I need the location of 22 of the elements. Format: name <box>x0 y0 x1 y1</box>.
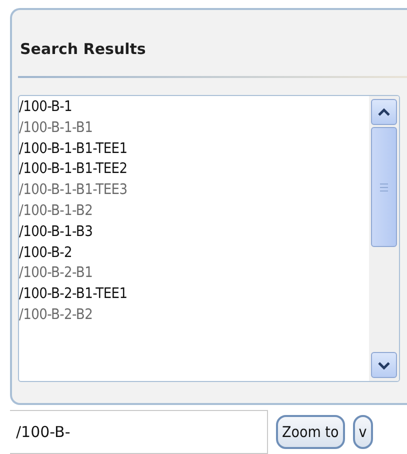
dropdown-button[interactable]: v <box>352 415 373 449</box>
result-item[interactable]: /100-B-1-B1 <box>19 118 369 139</box>
scroll-down-button[interactable] <box>371 352 397 378</box>
result-item[interactable]: /100-B-1-B1-TEE3 <box>19 180 369 201</box>
result-item[interactable]: /100-B-1-B1-TEE1 <box>19 138 369 160</box>
result-item[interactable]: /100-B-1-B2 <box>19 200 369 222</box>
scroll-down-icon <box>377 360 391 370</box>
result-item[interactable]: /100-B-2-B1 <box>19 263 369 284</box>
scrollbar[interactable] <box>369 96 399 381</box>
result-item[interactable]: /100-B-2 <box>19 242 369 264</box>
grip-icon <box>380 182 388 192</box>
zoom-button[interactable]: Zoom to <box>276 415 345 449</box>
result-item[interactable]: /100-B-2-B2 <box>19 304 369 326</box>
panel-title: Search Results <box>19 40 147 58</box>
result-item[interactable]: /100-B-1-B1-TEE2 <box>19 159 369 180</box>
scroll-thumb[interactable] <box>371 127 397 247</box>
search-field[interactable]: /100-B- <box>10 410 268 454</box>
result-item[interactable]: /100-B-1 <box>19 97 369 118</box>
scroll-up-icon <box>377 108 391 116</box>
result-item[interactable]: /100-B-1-B3 <box>19 222 369 243</box>
result-item[interactable]: /100-B-2-B1-TEE1 <box>19 284 369 305</box>
scroll-up-button[interactable] <box>371 99 397 125</box>
